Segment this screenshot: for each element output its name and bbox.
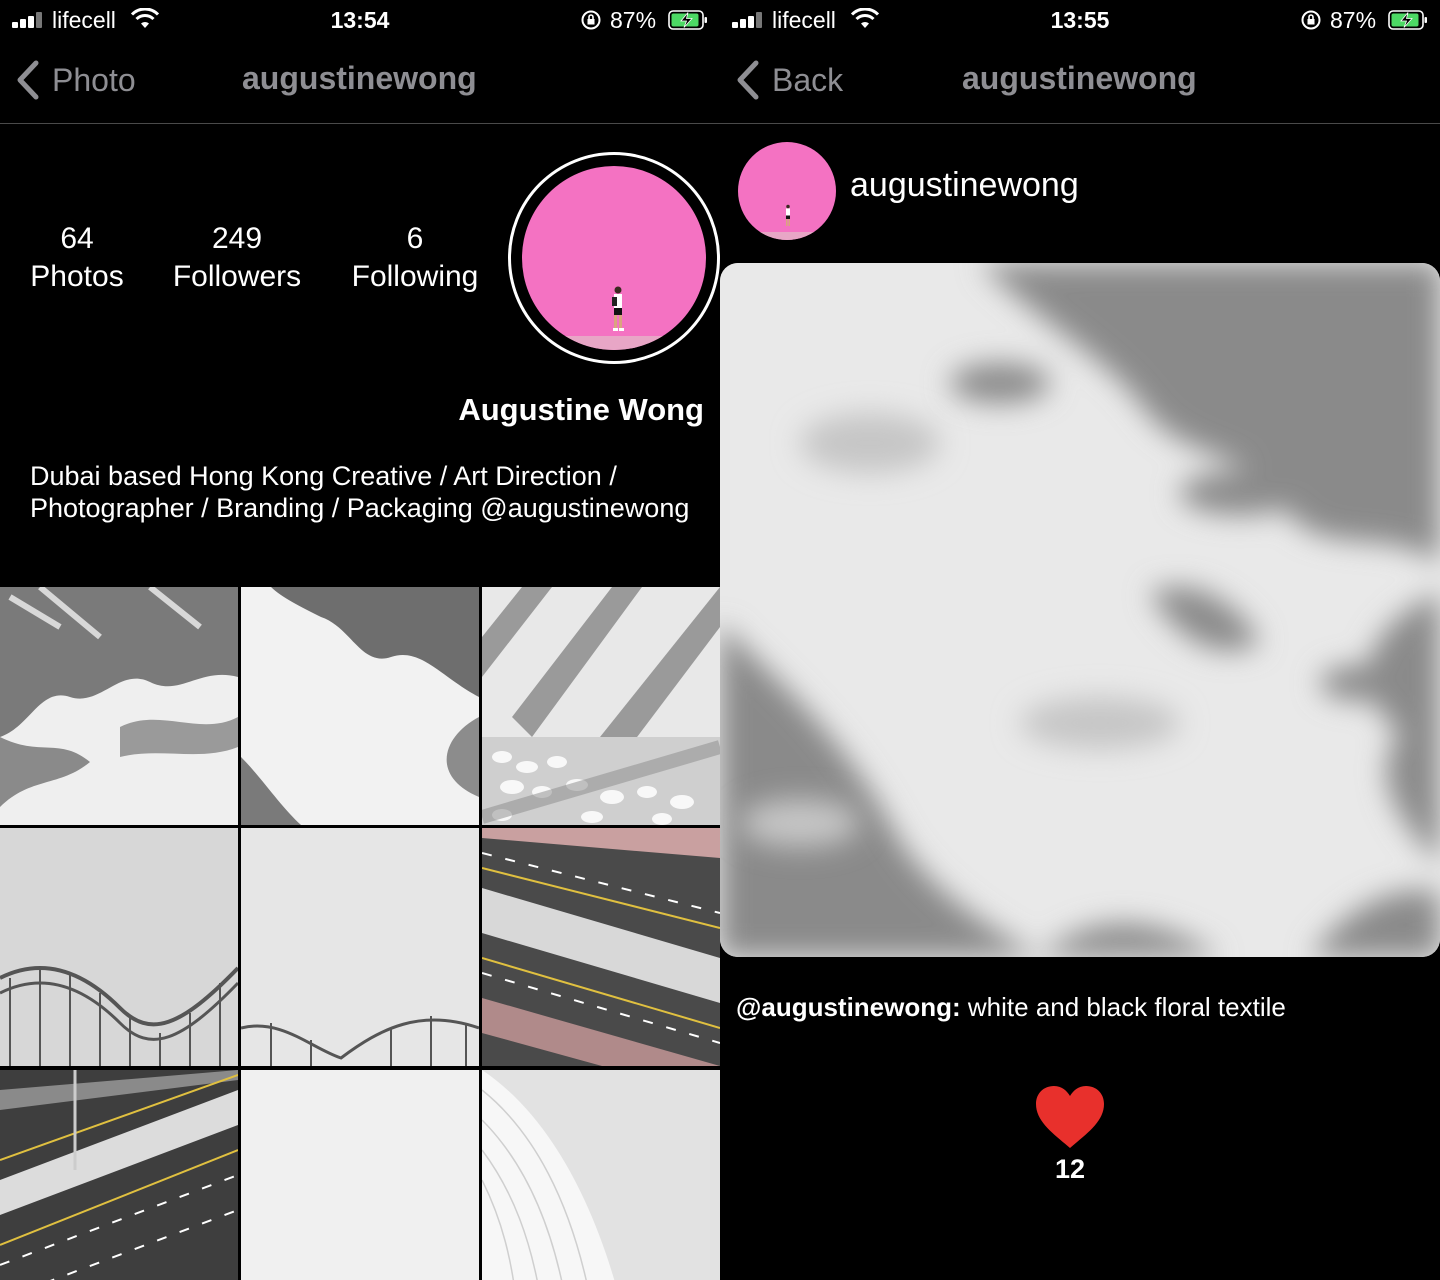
chevron-left-icon (737, 60, 759, 100)
post-caption: @augustinewong: white and black floral t… (736, 992, 1286, 1023)
stat-label: Followers (172, 260, 302, 293)
followers-count[interactable]: 249 Followers (162, 220, 312, 296)
nav-title: augustinewong (242, 60, 477, 96)
post-author-avatar[interactable] (738, 142, 836, 240)
heart-icon[interactable] (1034, 1084, 1106, 1150)
back-label: Photo (52, 61, 136, 98)
grid-photo-3[interactable] (482, 587, 720, 825)
back-button[interactable]: Photo (14, 56, 136, 104)
photos-count[interactable]: 64 Photos (22, 220, 132, 296)
battery-charging-icon (1388, 10, 1427, 30)
chevron-left-icon (17, 60, 39, 100)
rotation-lock-icon (581, 10, 601, 30)
grid-photo-1[interactable] (0, 587, 238, 825)
battery-percent: 87% (610, 7, 657, 33)
battery-percent: 87% (1330, 7, 1377, 33)
grid-photo-7[interactable] (0, 1070, 238, 1280)
caption-username[interactable]: @augustinewong: (736, 992, 961, 1022)
profile-avatar[interactable] (508, 152, 720, 364)
grid-photo-4[interactable] (0, 828, 238, 1066)
back-label: Back (772, 61, 844, 98)
stat-value: 249 (211, 222, 263, 255)
navigation-bar: Back augustinewong (720, 40, 1440, 124)
post-photo[interactable] (720, 263, 1440, 957)
grid-photo-8[interactable] (241, 1070, 479, 1280)
photo-grid (0, 585, 720, 1280)
stat-value: 64 (60, 222, 94, 255)
status-bar: lifecell 13:55 87% (720, 0, 1440, 40)
person-figure (786, 204, 790, 226)
profile-bio: Dubai based Hong Kong Creative / Art Dir… (30, 461, 690, 523)
grid-photo-2[interactable] (241, 587, 479, 825)
navigation-bar: Photo augustinewong (0, 40, 720, 124)
avatar-image (522, 166, 706, 350)
like-count: 12 (1054, 1154, 1086, 1184)
profile-screen: lifecell 13:54 87% Photo augustinewong 6… (0, 0, 720, 1280)
following-count[interactable]: 6 Following (340, 220, 490, 296)
nav-title: augustinewong (962, 60, 1197, 96)
grid-photo-5[interactable] (241, 828, 479, 1066)
stat-label: Following (351, 260, 479, 293)
photo-detail-screen: lifecell 13:55 87% Back augustinewong au… (720, 0, 1440, 1280)
stat-value: 6 (406, 222, 424, 255)
full-name: Augustine Wong (458, 392, 704, 427)
grid-photo-9[interactable] (482, 1070, 720, 1280)
battery-charging-icon (668, 10, 707, 30)
stat-label: Photos (30, 260, 124, 293)
status-bar: lifecell 13:54 87% (0, 0, 720, 40)
post-author-username[interactable]: augustinewong (850, 166, 1079, 205)
person-figure (612, 286, 624, 331)
back-button[interactable]: Back (734, 56, 843, 104)
grid-photo-6[interactable] (482, 828, 720, 1066)
caption-text: white and black floral textile (960, 992, 1286, 1022)
rotation-lock-icon (1301, 10, 1321, 30)
